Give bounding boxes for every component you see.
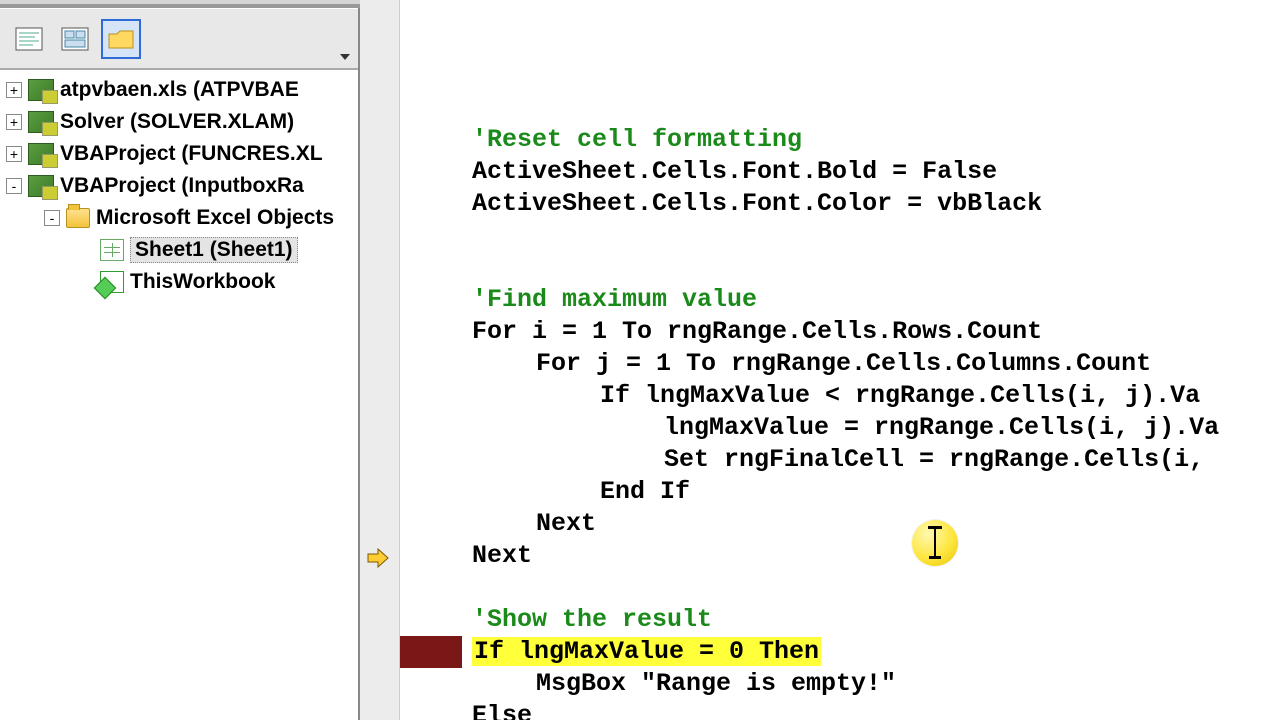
tree-node-inputboxra[interactable]: - VBAProject (InputboxRa	[0, 170, 358, 202]
code-line[interactable]: 'Reset cell formatting	[400, 124, 1280, 156]
code-line[interactable]	[400, 252, 1280, 284]
project-tree[interactable]: + atpvbaen.xls (ATPVBAE + Solver (SOLVER…	[0, 70, 358, 720]
view-code-icon[interactable]	[9, 19, 49, 59]
code-line[interactable]: 'Find maximum value	[400, 284, 1280, 316]
breakpoint-marker	[400, 636, 462, 668]
tree-node-funcres[interactable]: + VBAProject (FUNCRES.XL	[0, 138, 358, 170]
project-explorer-panel: + atpvbaen.xls (ATPVBAE + Solver (SOLVER…	[0, 0, 360, 720]
tree-label: ThisWorkbook	[130, 270, 275, 294]
tree-label: Sheet1 (Sheet1)	[130, 237, 298, 263]
worksheet-icon	[100, 239, 124, 261]
vba-project-icon	[28, 111, 54, 133]
text-cursor-highlight-icon	[912, 520, 958, 566]
breakpoint-gutter[interactable]	[360, 0, 400, 720]
view-object-icon[interactable]	[55, 19, 95, 59]
tree-node-solver[interactable]: + Solver (SOLVER.XLAM)	[0, 106, 358, 138]
code-line[interactable]	[400, 220, 1280, 252]
execution-pointer-icon	[366, 548, 390, 568]
code-line[interactable]: Next	[400, 508, 1280, 540]
current-execution-line: If lngMaxValue = 0 Then	[472, 637, 821, 666]
tree-label: VBAProject (InputboxRa	[60, 174, 304, 198]
code-line[interactable]: ActiveSheet.Cells.Font.Bold = False	[400, 156, 1280, 188]
code-line[interactable]: lngMaxValue = rngRange.Cells(i, j).Va	[400, 412, 1280, 444]
vba-project-icon	[28, 175, 54, 197]
project-explorer-toolbar	[0, 8, 358, 70]
vba-project-icon	[28, 143, 54, 165]
code-line[interactable]: MsgBox "Range is empty!"	[400, 668, 1280, 700]
tree-node-thisworkbook[interactable]: ThisWorkbook	[0, 266, 358, 298]
code-line[interactable]	[400, 572, 1280, 604]
code-line[interactable]: 'Show the result	[400, 604, 1280, 636]
tree-label: atpvbaen.xls (ATPVBAE	[60, 78, 299, 102]
toggle-folders-icon[interactable]	[101, 19, 141, 59]
expand-icon[interactable]: +	[6, 82, 22, 98]
collapse-icon[interactable]: -	[44, 210, 60, 226]
code-line[interactable]: Set rngFinalCell = rngRange.Cells(i,	[400, 444, 1280, 476]
code-line[interactable]: Next	[400, 540, 1280, 572]
tree-label: VBAProject (FUNCRES.XL	[60, 142, 323, 166]
code-line[interactable]: If lngMaxValue < rngRange.Cells(i, j).Va	[400, 380, 1280, 412]
code-line[interactable]: End If	[400, 476, 1280, 508]
code-editor-panel: 'Reset cell formattingActiveSheet.Cells.…	[360, 0, 1280, 720]
tree-node-sheet1[interactable]: Sheet1 (Sheet1)	[0, 234, 358, 266]
collapse-icon[interactable]: -	[6, 178, 22, 194]
code-line[interactable]: For i = 1 To rngRange.Cells.Rows.Count	[400, 316, 1280, 348]
tree-label: Microsoft Excel Objects	[96, 206, 334, 230]
vba-project-icon	[28, 79, 54, 101]
code-line[interactable]: If lngMaxValue = 0 Then	[400, 636, 1280, 668]
tree-node-excel-objects[interactable]: - Microsoft Excel Objects	[0, 202, 358, 234]
code-editor[interactable]: 'Reset cell formattingActiveSheet.Cells.…	[400, 0, 1280, 720]
code-line[interactable]: Else	[400, 700, 1280, 720]
expand-icon[interactable]: +	[6, 146, 22, 162]
toolbar-overflow-icon[interactable]	[338, 50, 352, 64]
workbook-icon	[100, 271, 124, 293]
code-line[interactable]: For j = 1 To rngRange.Cells.Columns.Coun…	[400, 348, 1280, 380]
folder-icon	[66, 208, 90, 228]
tree-label: Solver (SOLVER.XLAM)	[60, 110, 294, 134]
expand-icon[interactable]: +	[6, 114, 22, 130]
code-line[interactable]: ActiveSheet.Cells.Font.Color = vbBlack	[400, 188, 1280, 220]
tree-node-atpvbaen[interactable]: + atpvbaen.xls (ATPVBAE	[0, 74, 358, 106]
